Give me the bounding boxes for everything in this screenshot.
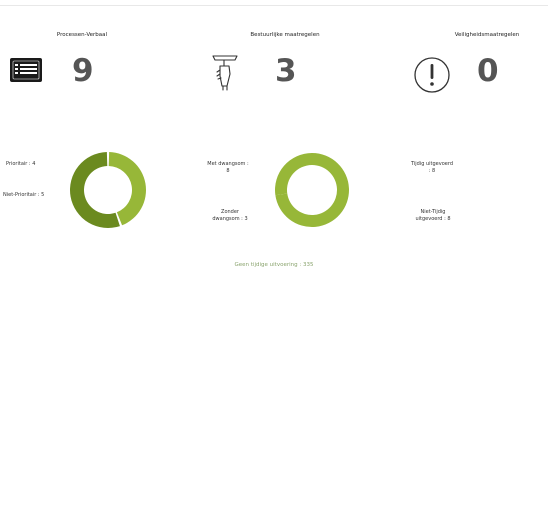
legend-niet-tijdig-uitgevoerd: Niet-Tijdig uitgevoerd : 8 bbox=[415, 209, 451, 222]
stat-title-processen-verbaal: Processen-Verbaal bbox=[56, 32, 108, 38]
legend-tijdig-uitgevoerd: Tijdig uitgevoerd : 8 bbox=[410, 161, 453, 174]
legend-zonder-dwangsom: Zonder dwangsom : 3 bbox=[212, 209, 248, 222]
stat-value-processen-verbaal: 9 bbox=[72, 53, 94, 89]
legend-niet-prioritair: Niet-Prioritair : 5 bbox=[3, 192, 45, 198]
donut-slice-zonder-dwangsom[interactable] bbox=[275, 153, 312, 196]
hammer-hand-icon bbox=[211, 52, 239, 96]
dwangsom-donut-chart bbox=[275, 153, 349, 227]
top-divider bbox=[0, 5, 548, 6]
stat-value-bestuurlijke-maatregelen: 3 bbox=[275, 53, 297, 89]
legend-prioritair: Prioritair : 4 bbox=[6, 161, 36, 167]
exclamation-circle-icon bbox=[413, 56, 451, 98]
prioriteit-donut-chart bbox=[70, 152, 146, 228]
geen-tijdige-uitvoering-note: Geen tijdige uitvoering : 335 bbox=[234, 262, 314, 268]
stat-title-bestuurlijke-maatregelen: Bestuurlijke maatregelen bbox=[250, 32, 320, 38]
legend-met-dwangsom: Met dwangsom : 8 bbox=[207, 161, 249, 174]
stat-value-veiligheidsmaatregelen: 0 bbox=[477, 53, 499, 89]
list-icon bbox=[10, 58, 42, 86]
dashboard-page: Processen-Verbaal 9 Bestuurlijke maatreg… bbox=[0, 0, 548, 524]
stat-title-veiligheidsmaatregelen: Veiligheidsmaatregelen bbox=[454, 32, 520, 38]
